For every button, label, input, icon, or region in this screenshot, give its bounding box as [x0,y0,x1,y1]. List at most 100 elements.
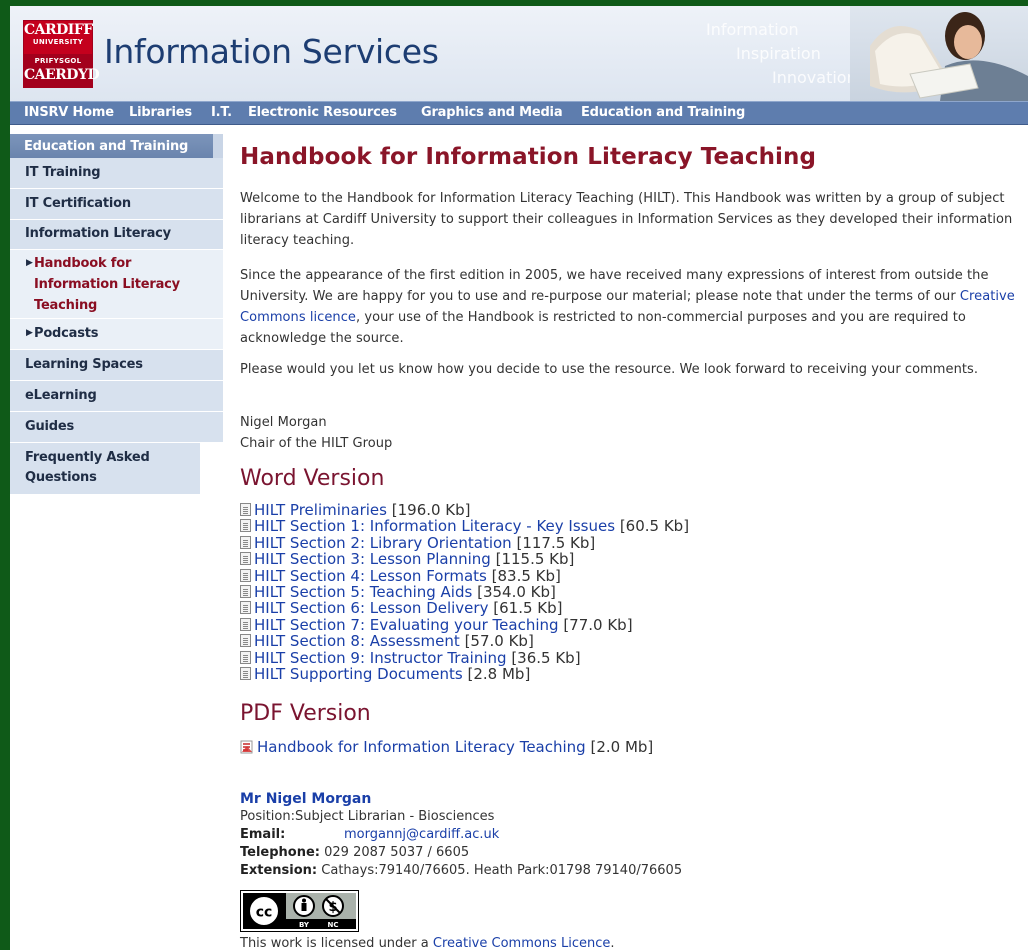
word-document-link[interactable]: HILT Section 8: Assessment [254,632,460,650]
word-document-size: [117.5 Kb] [516,533,596,552]
word-document-icon [240,634,251,648]
nav-graphics-and-media[interactable]: Graphics and Media [421,105,563,120]
contact-block: Mr Nigel Morgan Position:Subject Librari… [240,790,682,880]
word-document-icon [240,568,251,582]
word-document-size: [354.0 Kb] [477,582,556,601]
sidebar-item-it-training[interactable]: IT Training [10,158,223,189]
sidebar-item-elearning[interactable]: eLearning [10,381,223,412]
word-document-icon [240,617,251,631]
university-logo[interactable]: CARDIFF UNIVERSITY PRIFYSGOL CAERDYD [23,20,100,88]
word-document-link[interactable]: HILT Section 3: Lesson Planning [254,550,491,568]
header-photo [850,6,1028,101]
sidebar-item-guides[interactable]: Guides [10,412,223,443]
tagline-2: Inspiration [736,44,821,63]
nav-electronic-resources[interactable]: Electronic Resources [248,105,397,120]
word-document-item: HILT Supporting Documents [2.8 Mb] [240,666,689,682]
word-document-icon [240,535,251,549]
word-document-link[interactable]: HILT Section 6: Lesson Delivery [254,599,488,617]
word-document-link[interactable]: HILT Section 4: Lesson Formats [254,567,487,585]
pdf-version-heading: PDF Version [240,701,371,726]
word-document-size: [115.5 Kb] [495,550,575,569]
word-document-icon [240,584,251,598]
contact-email-label: Email: [240,827,286,842]
pdf-handbook-link[interactable]: Handbook for Information Literacy Teachi… [257,738,586,756]
word-document-size: [196.0 Kb] [391,501,471,519]
logo-text-prifysgol: PRIFYSGOL [34,57,82,65]
creative-commons-badge-icon[interactable]: cc $ BY NC [240,890,359,932]
usage-paragraph: Since the appearance of the first editio… [240,265,1025,349]
logo-text-cardiff: CARDIFF [24,22,93,38]
word-document-link[interactable]: HILT Section 7: Evaluating your Teaching [254,616,559,634]
pdf-handbook-size: [2.0 Mb] [590,738,654,756]
word-document-item: HILT Preliminaries [196.0 Kb] [240,502,689,518]
word-document-list: HILT Preliminaries [196.0 Kb] HILT Sectio… [240,502,689,682]
contact-email-link[interactable]: morgannj@cardiff.ac.uk [344,827,499,842]
site-title[interactable]: Information Services [104,32,439,71]
contact-phone-label: Telephone: [240,845,320,860]
signoff: Nigel Morgan Chair of the HILT Group [240,412,1025,454]
sidebar-subitem-handbook[interactable]: ▶ Handbook for Information Literacy Teac… [10,250,223,319]
arrow-right-icon: ▶ [26,258,33,268]
sidebar-subitem-podcasts-label: Podcasts [34,326,99,341]
word-document-link[interactable]: HILT Section 2: Library Orientation [254,534,512,552]
contact-position: Position:Subject Librarian - Biosciences [240,809,495,824]
word-document-size: [61.5 Kb] [493,599,563,618]
word-document-icon [240,503,251,516]
logo-text-university: UNIVERSITY [32,38,84,46]
contact-name: Mr Nigel Morgan [240,791,372,807]
word-document-item: HILT Section 9: Instructor Training [36.… [240,648,689,667]
nav-it[interactable]: I.T. [211,105,232,120]
word-document-item: HILT Section 8: Assessment [57.0 Kb] [240,633,689,649]
word-document-size: [36.5 Kb] [511,648,581,667]
word-document-icon [240,552,251,566]
svg-text:cc: cc [256,905,273,921]
feedback-paragraph: Please would you let us know how you dec… [240,362,979,377]
contact-phone: 029 2087 5037 / 6605 [324,845,470,860]
contact-extension: Cathays:79140/76605. Heath Park:01798 79… [321,863,683,878]
pdf-document-item: Handbook for Information Literacy Teachi… [240,738,653,756]
nav-libraries[interactable]: Libraries [129,105,192,120]
word-document-item: HILT Section 4: Lesson Formats [83.5 Kb] [240,566,689,585]
word-document-link[interactable]: HILT Section 9: Instructor Training [254,649,507,667]
word-document-item: HILT Section 1: Information Literacy - K… [240,517,690,536]
site-header: CARDIFF UNIVERSITY PRIFYSGOL CAERDYD Inf… [10,6,1028,101]
sidebar-item-information-literacy[interactable]: Information Literacy [10,220,223,250]
word-document-link[interactable]: HILT Preliminaries [254,501,387,519]
tagline-1: Information [706,20,799,39]
sidebar-subitem-podcasts[interactable]: ▶ Podcasts [10,319,223,350]
page-frame: CARDIFF UNIVERSITY PRIFYSGOL CAERDYD Inf… [10,6,1028,950]
license-notice: This work is licensed under a Creative C… [240,936,615,950]
page-title: Handbook for Information Literacy Teachi… [240,144,817,170]
word-document-link[interactable]: HILT Section 5: Teaching Aids [254,583,472,601]
license-text-2: . [610,936,615,950]
cc-nc-label: NC [328,921,339,929]
word-document-item: HILT Section 2: Library Orientation [117… [240,535,689,551]
license-text-1: This work is licensed under a [240,936,433,950]
word-document-icon [240,666,251,680]
word-document-icon [240,650,251,664]
sidebar-heading[interactable]: Education and Training [10,134,223,158]
signoff-name: Nigel Morgan [240,415,327,430]
word-document-size: [77.0 Kb] [563,615,633,634]
logo-text-caerdydd: CAERDYD [24,67,100,83]
top-navigation: INSRV Home Libraries I.T. Electronic Res… [10,101,1028,125]
word-document-link[interactable]: HILT Section 1: Information Literacy - K… [254,517,615,535]
sidebar-item-it-certification[interactable]: IT Certification [10,189,223,220]
tagline-3: Innovation [772,68,857,87]
sidebar-item-faq[interactable]: Frequently Asked Questions [10,443,200,495]
pdf-icon [240,740,253,754]
word-document-size: [83.5 Kb] [491,566,561,585]
creative-commons-licence-footer-link[interactable]: Creative Commons Licence [433,936,610,950]
word-document-item: HILT Section 6: Lesson Delivery [61.5 Kb… [240,599,689,618]
usage-text-1: Since the appearance of the first editio… [240,268,989,304]
word-document-link[interactable]: HILT Supporting Documents [254,665,463,683]
nav-education-and-training[interactable]: Education and Training [581,105,745,120]
contact-extension-label: Extension: [240,863,318,878]
word-document-size: [60.5 Kb] [619,517,690,536]
intro-paragraph: Welcome to the Handbook for Information … [240,191,1013,248]
nav-insrv-home[interactable]: INSRV Home [24,105,114,120]
word-version-heading: Word Version [240,466,385,491]
arrow-right-icon: ▶ [26,328,33,338]
sidebar-item-learning-spaces[interactable]: Learning Spaces [10,350,223,381]
word-document-item: HILT Section 3: Lesson Planning [115.5 K… [240,551,689,567]
